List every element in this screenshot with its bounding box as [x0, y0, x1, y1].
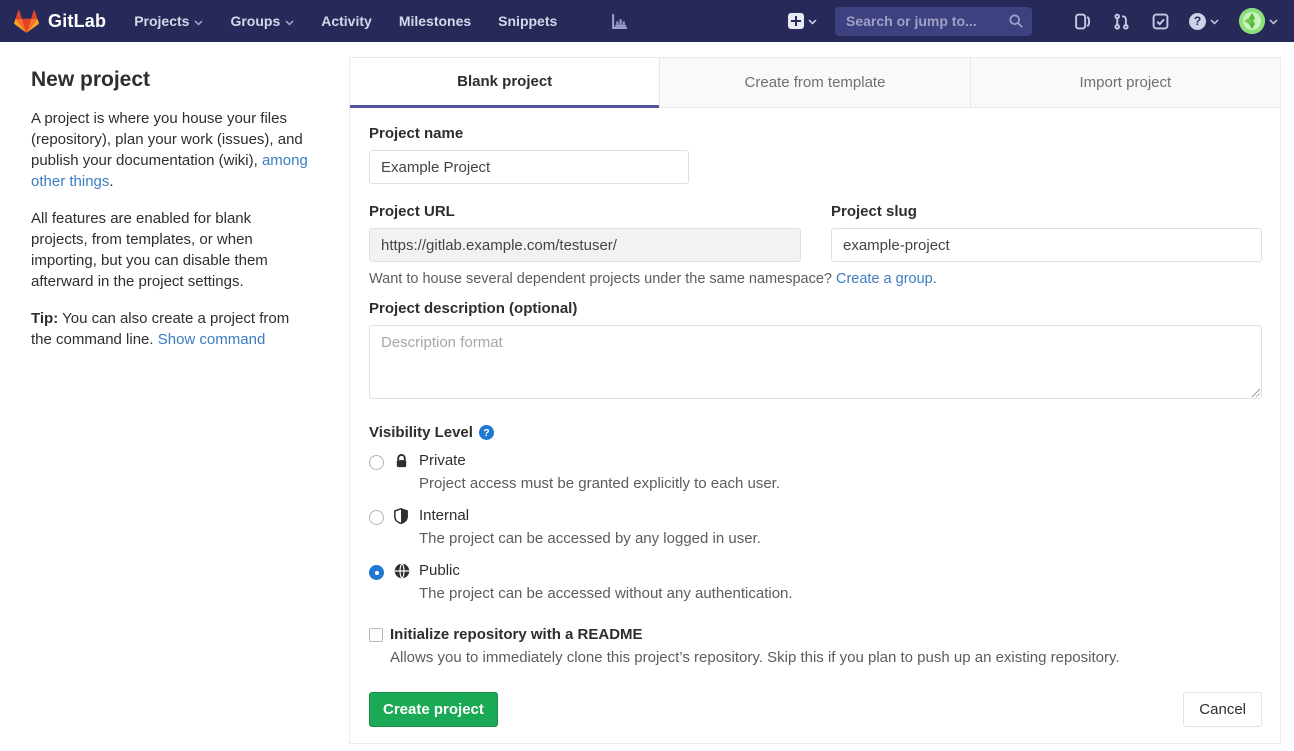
sidebar-tip: Tip: You can also create a project from … [31, 308, 311, 350]
issues-icon[interactable] [1074, 13, 1091, 30]
global-search [835, 7, 1032, 36]
chevron-down-icon [194, 13, 203, 29]
nav-milestones[interactable]: Milestones [399, 13, 471, 29]
readme-description: Allows you to immediately clone this pro… [390, 649, 1262, 666]
url-slug-row: Project URL Project slug [369, 203, 1262, 262]
shield-icon [394, 508, 408, 529]
visibility-header: Visibility Level ? [369, 424, 1262, 441]
project-name-input[interactable] [369, 150, 689, 184]
new-project-sidebar: New project A project is where you house… [0, 42, 349, 366]
visibility-help-icon[interactable]: ? [479, 425, 494, 440]
lock-icon [394, 453, 409, 474]
search-input[interactable] [835, 7, 1032, 36]
help-dropdown[interactable]: ? [1189, 12, 1219, 30]
project-description-textarea[interactable] [369, 325, 1262, 399]
chevron-down-icon [285, 13, 294, 29]
tab-import-project[interactable]: Import project [970, 58, 1280, 108]
internal-description: The project can be accessed by any logge… [419, 530, 1262, 547]
help-icon: ? [1189, 13, 1206, 30]
search-icon [1009, 14, 1023, 33]
public-label[interactable]: Public [419, 562, 1262, 579]
todos-icon[interactable] [1152, 13, 1169, 30]
top-navbar: GitLab Projects Groups Activity Mileston… [0, 0, 1294, 42]
navbar-right: ? [788, 7, 1278, 36]
page-body: New project A project is where you house… [0, 42, 1294, 744]
readme-label[interactable]: Initialize repository with a README [390, 626, 1262, 643]
tab-create-from-template[interactable]: Create from template [659, 58, 969, 108]
private-description: Project access must be granted explicitl… [419, 475, 1262, 492]
project-description-label: Project description (optional) [369, 300, 1262, 317]
show-command-link[interactable]: Show command [158, 331, 266, 348]
tip-label: Tip: [31, 310, 58, 327]
project-type-tabs: Blank project Create from template Impor… [350, 57, 1280, 108]
plus-icon [788, 13, 804, 29]
page-title: New project [31, 68, 311, 92]
create-project-button[interactable]: Create project [369, 692, 498, 727]
project-name-label: Project name [369, 125, 1262, 142]
new-project-panel: Blank project Create from template Impor… [349, 57, 1281, 744]
internal-radio[interactable] [369, 510, 384, 525]
nav-projects[interactable]: Projects [134, 13, 203, 29]
nav-groups[interactable]: Groups [230, 13, 294, 29]
user-menu-dropdown[interactable] [1239, 8, 1278, 34]
project-slug-input[interactable] [831, 228, 1262, 262]
sidebar-paragraph-2: All features are enabled for blank proje… [31, 208, 311, 292]
primary-nav: Projects Groups Activity Milestones Snip… [134, 13, 628, 30]
gitlab-tanuki-logo-icon [14, 9, 39, 34]
analytics-chart-icon[interactable] [611, 13, 628, 30]
brand-name: GitLab [48, 11, 106, 32]
avatar [1239, 8, 1265, 34]
project-url-input[interactable] [369, 228, 801, 262]
description-block: Project description (optional) [369, 300, 1262, 399]
globe-icon [394, 563, 410, 584]
namespace-hint: Want to house several dependent projects… [369, 271, 1262, 287]
new-menu-dropdown[interactable] [788, 12, 817, 30]
visibility-option-public: Public The project can be accessed witho… [369, 562, 1262, 602]
chevron-down-icon [1269, 12, 1278, 30]
cancel-button[interactable]: Cancel [1183, 692, 1262, 727]
chevron-down-icon [1210, 12, 1219, 30]
visibility-option-internal: Internal The project can be accessed by … [369, 507, 1262, 547]
project-url-label: Project URL [369, 203, 801, 220]
internal-label[interactable]: Internal [419, 507, 1262, 524]
nav-snippets[interactable]: Snippets [498, 13, 557, 29]
nav-activity[interactable]: Activity [321, 13, 372, 29]
visibility-level-label: Visibility Level [369, 424, 473, 441]
sidebar-paragraph-1: A project is where you house your files … [31, 108, 311, 192]
private-radio[interactable] [369, 455, 384, 470]
gitlab-home-link[interactable]: GitLab [14, 9, 106, 34]
form-actions: Create project Cancel [369, 692, 1262, 727]
visibility-option-private: Private Project access must be granted e… [369, 452, 1262, 492]
public-description: The project can be accessed without any … [419, 585, 1262, 602]
chevron-down-icon [808, 12, 817, 30]
tab-blank-project[interactable]: Blank project [350, 58, 659, 108]
merge-requests-icon[interactable] [1113, 13, 1130, 30]
private-label[interactable]: Private [419, 452, 1262, 469]
create-a-group-link[interactable]: Create a group [836, 271, 933, 287]
blank-project-form: Project name Project URL Project slug Wa… [350, 108, 1280, 743]
public-radio[interactable] [369, 565, 384, 580]
readme-option: Initialize repository with a README Allo… [369, 626, 1262, 666]
readme-checkbox[interactable] [369, 628, 383, 642]
project-slug-label: Project slug [831, 203, 1262, 220]
